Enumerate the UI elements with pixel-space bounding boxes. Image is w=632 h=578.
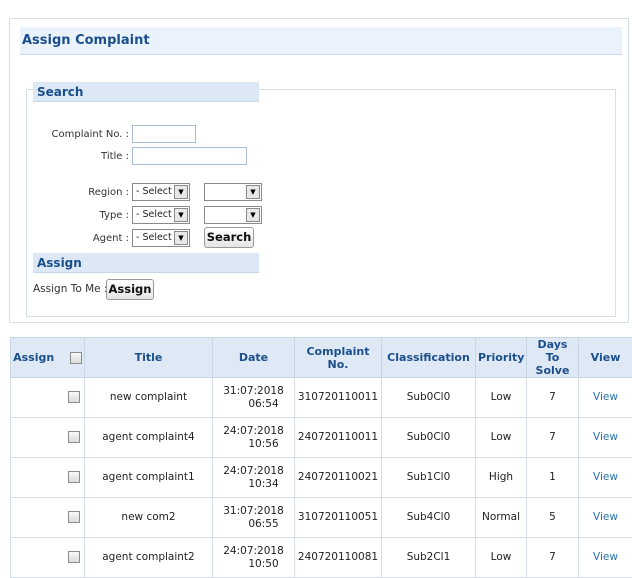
classification-cell: Sub4Cl0 — [382, 498, 476, 538]
title-cell: agent complaint4 — [85, 418, 213, 458]
priority-cell: High — [476, 458, 527, 498]
view-link[interactable]: View — [593, 391, 618, 403]
title-input[interactable] — [132, 147, 247, 165]
classification-column-header: Classification — [382, 338, 476, 378]
priority-cell: Normal — [476, 498, 527, 538]
days-cell: 7 — [527, 418, 579, 458]
view-link[interactable]: View — [593, 471, 618, 483]
complaint-no-label: Complaint No. : — [27, 129, 129, 140]
date-column-header: Date — [213, 338, 295, 378]
classification-cell: Sub0Cl0 — [382, 418, 476, 458]
assign-to-me-label: Assign To Me : — [33, 283, 107, 295]
agent-select-value: - Select - — [136, 232, 178, 243]
row-checkbox[interactable] — [68, 511, 80, 523]
region-select[interactable]: - Select - ▼ — [132, 183, 190, 201]
region-label: Region : — [27, 187, 129, 198]
date-cell: 31:07:201806:54 — [213, 378, 295, 418]
select-all-checkbox[interactable] — [70, 352, 82, 364]
search-section-header: Search — [33, 82, 259, 102]
date-cell: 31:07:201806:55 — [213, 498, 295, 538]
title-cell: agent complaint1 — [85, 458, 213, 498]
view-column-header: View — [579, 338, 632, 378]
chevron-down-icon: ▼ — [246, 208, 260, 222]
complaint-no-cell: 310720110051 — [295, 498, 382, 538]
type-select[interactable]: - Select - ▼ — [132, 206, 190, 224]
title-cell: new complaint — [85, 378, 213, 418]
priority-cell: Low — [476, 418, 527, 458]
search-assign-box: Search Complaint No. : Title : Region : … — [26, 89, 616, 317]
view-link-cell: View — [579, 498, 632, 538]
view-link[interactable]: View — [593, 551, 618, 563]
priority-cell: Low — [476, 378, 527, 418]
region-select-value: - Select - — [136, 186, 178, 197]
assign-column-header: Assign — [11, 338, 85, 378]
table-header-row: Assign Title Date Complaint No. Classifi… — [11, 338, 632, 378]
region-sub-select[interactable]: ▼ — [204, 183, 262, 201]
assign-complaint-panel: Assign Complaint Search Complaint No. : … — [9, 18, 629, 323]
search-button[interactable]: Search — [204, 227, 254, 248]
assign-section-title: Assign — [37, 256, 82, 270]
complaint-no-cell: 240720110021 — [295, 458, 382, 498]
assign-section-header: Assign — [33, 253, 259, 273]
page-title: Assign Complaint — [22, 33, 150, 48]
row-checkbox[interactable] — [68, 551, 80, 563]
assign-cell — [11, 458, 85, 498]
type-select-value: - Select - — [136, 209, 178, 220]
days-cell: 5 — [527, 498, 579, 538]
row-checkbox[interactable] — [68, 431, 80, 443]
assign-button[interactable]: Assign — [106, 279, 154, 300]
table-row: agent complaint1 24:07:201810:34 2407201… — [11, 458, 632, 498]
date-cell: 24:07:201810:56 — [213, 418, 295, 458]
panel-header: Assign Complaint — [20, 27, 622, 55]
complaint-no-input[interactable] — [132, 125, 196, 143]
search-section-title: Search — [37, 85, 83, 99]
assign-cell — [11, 418, 85, 458]
chevron-down-icon: ▼ — [174, 185, 188, 199]
complaints-table: Assign Title Date Complaint No. Classifi… — [10, 337, 632, 578]
chevron-down-icon: ▼ — [174, 231, 188, 245]
title-cell: new com2 — [85, 498, 213, 538]
view-link-cell: View — [579, 378, 632, 418]
view-link-cell: View — [579, 418, 632, 458]
table-row: new com2 31:07:201806:55 310720110051 Su… — [11, 498, 632, 538]
table-row: new complaint 31:07:201806:54 3107201100… — [11, 378, 632, 418]
date-cell: 24:07:201810:34 — [213, 458, 295, 498]
classification-cell: Sub1Cl0 — [382, 458, 476, 498]
complaint-no-column-header: Complaint No. — [295, 338, 382, 378]
row-checkbox[interactable] — [68, 391, 80, 403]
complaint-no-cell: 310720110011 — [295, 378, 382, 418]
classification-cell: Sub0Cl0 — [382, 378, 476, 418]
title-column-header: Title — [85, 338, 213, 378]
view-link[interactable]: View — [593, 431, 618, 443]
days-to-solve-column-header: Days To Solve — [527, 338, 579, 378]
title-label: Title : — [27, 151, 129, 162]
chevron-down-icon: ▼ — [246, 185, 260, 199]
complaint-no-cell: 240720110011 — [295, 418, 382, 458]
agent-select[interactable]: - Select - ▼ — [132, 229, 190, 247]
row-checkbox[interactable] — [68, 471, 80, 483]
agent-label: Agent : — [27, 233, 129, 244]
days-cell: 7 — [527, 378, 579, 418]
chevron-down-icon: ▼ — [174, 208, 188, 222]
assign-cell — [11, 498, 85, 538]
priority-column-header: Priority — [476, 338, 527, 378]
days-cell: 1 — [527, 458, 579, 498]
type-label: Type : — [27, 210, 129, 221]
assign-cell — [11, 378, 85, 418]
table-row: agent complaint4 24:07:201810:56 2407201… — [11, 418, 632, 458]
view-link[interactable]: View — [593, 511, 618, 523]
view-link-cell: View — [579, 458, 632, 498]
type-sub-select[interactable]: ▼ — [204, 206, 262, 224]
